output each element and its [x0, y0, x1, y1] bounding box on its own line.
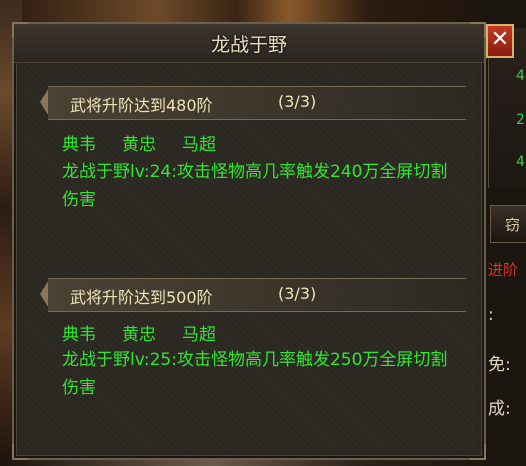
hero-name: 黄忠	[122, 325, 156, 345]
frame-corner-ornament	[12, 22, 28, 38]
background-scene-top	[0, 0, 526, 22]
hero-list: 典韦 黄忠 马超	[62, 130, 242, 155]
requirement-text: 武将升阶达到480阶	[70, 96, 213, 115]
hero-name: 典韦	[62, 325, 96, 345]
skill-effect-description: 龙战于野lv:24:攻击怪物高几率触发240万全屏切割伤害	[62, 162, 448, 210]
requirement-banner: 武将升阶达到480阶 (3/3)	[40, 86, 470, 120]
requirement-text: 武将升阶达到500阶	[70, 288, 213, 307]
requirement-progress: (3/3)	[278, 92, 317, 111]
hero-name: 马超	[182, 325, 216, 345]
frame-corner-ornament	[470, 22, 486, 38]
side-stat-value: 4	[516, 68, 525, 84]
side-stat-value: 4	[516, 154, 525, 170]
hero-name: 黄忠	[122, 135, 156, 155]
dialog-title: 龙战于野	[210, 34, 287, 56]
hero-list: 典韦 黄忠 马超	[62, 320, 242, 345]
skill-dialog: 龙战于野 武将升阶达到480阶 (3/3) 典韦 黄忠 马超 龙战于野lv:24:攻…	[12, 22, 486, 460]
side-panel-header-label: 窃	[505, 216, 521, 234]
dialog-titlebar[interactable]: 龙战于野	[14, 24, 484, 63]
side-stat-value: 2	[516, 112, 525, 128]
skill-effect-description: 龙战于野lv:25:攻击怪物高几率触发250万全屏切割伤害	[62, 350, 448, 398]
requirement-banner: 武将升阶达到500阶 (3/3)	[40, 278, 470, 312]
side-panel-label: 成:	[488, 399, 511, 419]
close-icon: ✕	[490, 27, 510, 52]
side-panel-red-text: 进阶	[488, 261, 519, 279]
frame-corner-ornament	[470, 444, 486, 460]
hero-name: 典韦	[62, 135, 96, 155]
close-button[interactable]: ✕	[486, 24, 514, 58]
side-panel-header[interactable]: 窃	[490, 205, 526, 243]
requirement-progress: (3/3)	[278, 284, 317, 303]
side-panel-label: :	[488, 305, 494, 325]
side-panel-label: 免:	[488, 355, 511, 375]
hero-name: 马超	[182, 135, 216, 155]
frame-corner-ornament	[12, 444, 28, 460]
